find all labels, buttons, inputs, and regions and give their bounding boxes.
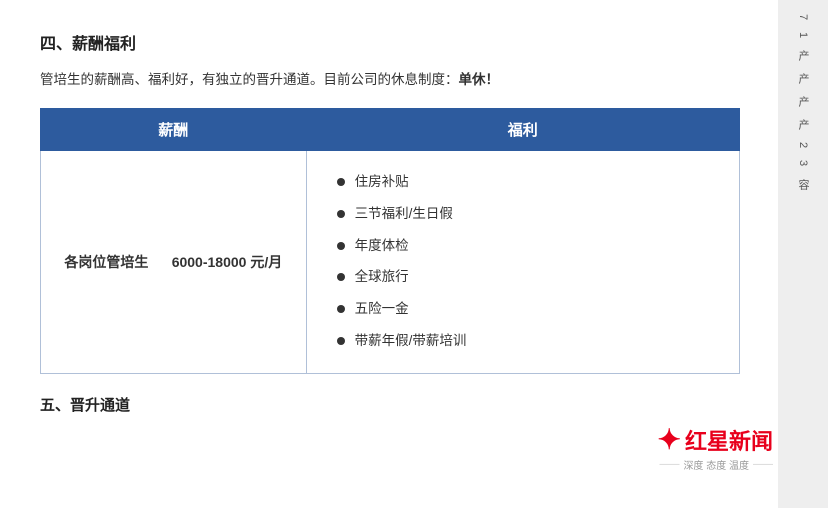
benefit-text: 年度体检 [355,231,409,261]
watermark: ✦ 红星新闻 —— 深度 态度 温度 —— [658,423,773,472]
right-sidebar: 7 1 产 产 产 产 2 3 容 [778,0,828,508]
bullet-icon [337,178,345,186]
benefit-text: 全球旅行 [355,262,409,292]
page-container: 四、薪酬福利 管培生的薪酬高、福利好，有独立的晋升通道。目前公司的休息制度：单休… [0,0,828,508]
sidebar-text-8: 3 [797,156,809,170]
benefit-item: 住房补贴 [337,167,719,197]
benefit-text: 带薪年假/带薪培训 [355,326,467,356]
sidebar-text-6: 产 [795,115,811,134]
bullet-icon [337,337,345,345]
section4-title: 四、薪酬福利 [40,30,740,54]
watermark-subtitle: 深度 态度 温度 [683,457,749,472]
salary-label: 各岗位管培生 [64,254,148,270]
benefit-cell: 住房补贴三节福利/生日假年度体检全球旅行五险一金带薪年假/带薪培训 [306,151,739,374]
watermark-logo: ✦ 红星新闻 [658,423,773,457]
table-row: 各岗位管培生 6000-18000 元/月 住房补贴三节福利/生日假年度体检全球… [41,151,740,374]
bullet-icon [337,305,345,313]
benefit-item: 带薪年假/带薪培训 [337,326,719,356]
benefit-text: 三节福利/生日假 [355,199,453,229]
bullet-icon [337,273,345,281]
salary-cell: 各岗位管培生 6000-18000 元/月 [41,151,307,374]
salary-value: 6000-18000 元/月 [172,254,283,270]
watermark-star-icon: ✦ [658,423,681,457]
sidebar-text-9: 容 [795,175,811,194]
benefit-text: 五险一金 [355,294,409,324]
sidebar-text-2: 1 [797,28,809,42]
col2-header: 福利 [306,109,739,151]
bullet-icon [337,242,345,250]
sidebar-text-7: 2 [797,138,809,152]
intro-bold: 单休！ [459,72,500,87]
watermark-line: —— 深度 态度 温度 —— [659,457,773,472]
col1-header: 薪酬 [41,109,307,151]
compensation-table: 薪酬 福利 各岗位管培生 6000-18000 元/月 住房补贴三节福利/生日假… [40,108,740,374]
benefit-text: 住房补贴 [355,167,409,197]
intro-text: 管培生的薪酬高、福利好，有独立的晋升通道。目前公司的休息制度： [40,72,459,87]
bullet-icon [337,210,345,218]
section4-intro: 管培生的薪酬高、福利好，有独立的晋升通道。目前公司的休息制度：单休！ [40,68,740,92]
sidebar-text-1: 7 [797,10,809,24]
benefit-item: 三节福利/生日假 [337,199,719,229]
benefit-item: 年度体检 [337,231,719,261]
benefit-item: 五险一金 [337,294,719,324]
watermark-brand: 红星新闻 [685,424,773,456]
section5-title: 五、晋升通道 [40,394,740,415]
sidebar-text-5: 产 [795,92,811,111]
sidebar-text-3: 产 [795,46,811,65]
sidebar-text-4: 产 [795,69,811,88]
benefit-item: 全球旅行 [337,262,719,292]
